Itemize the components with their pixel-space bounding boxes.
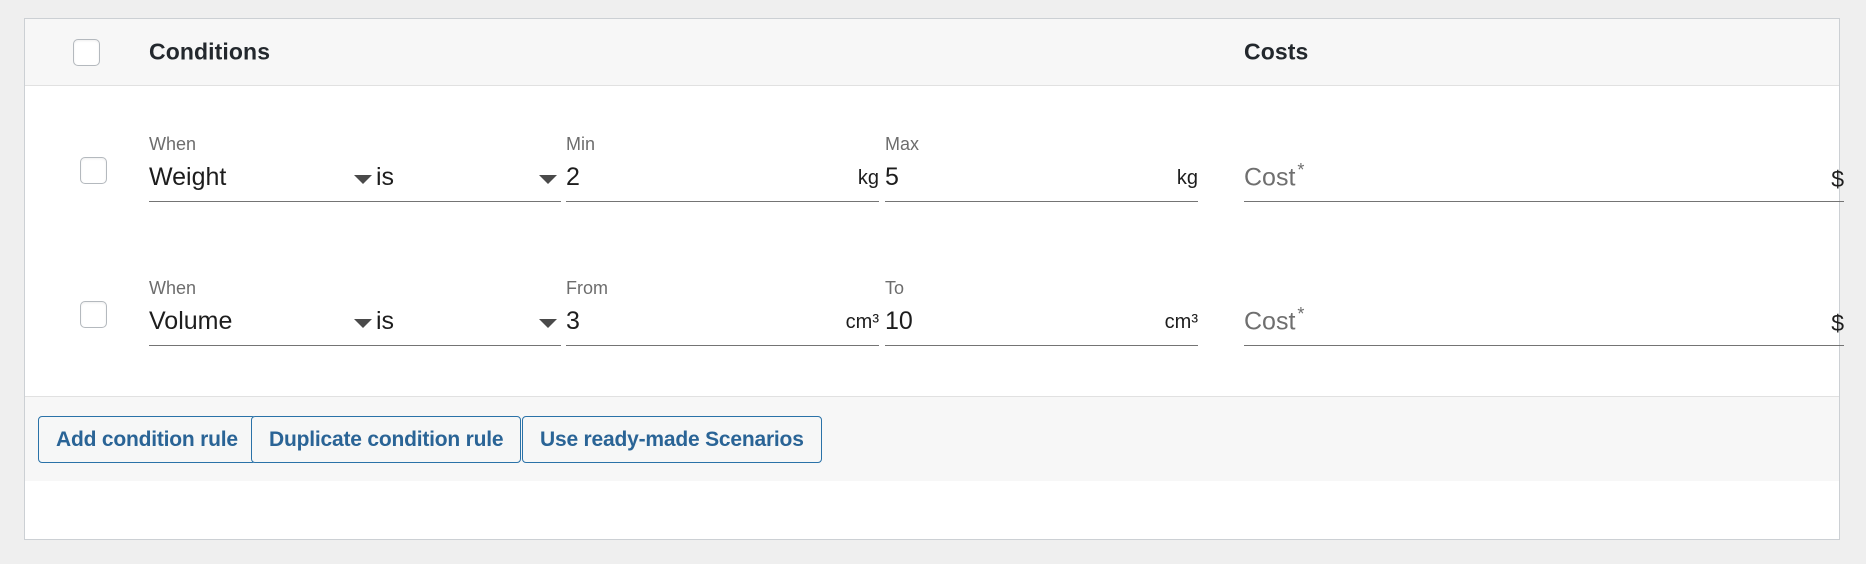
- cost-input[interactable]: Cost * $: [1244, 134, 1844, 202]
- field-underline: [566, 345, 879, 346]
- field-underline: [149, 201, 376, 202]
- when-property-value: Weight: [149, 163, 227, 191]
- min-unit: kg: [857, 167, 879, 189]
- table-row: When Weight is Min 2 kg Max 5 kg Cost * …: [25, 94, 1844, 238]
- min-label: Min: [566, 134, 596, 154]
- table-row: When Volume is From 3 cm³ To 10 cm³ Cost…: [25, 238, 1844, 382]
- max-label: To: [885, 278, 905, 298]
- max-value: 10: [885, 307, 913, 335]
- field-underline: [885, 345, 1198, 346]
- chevron-down-icon: [539, 319, 557, 328]
- field-underline: [1244, 345, 1844, 346]
- select-all-checkbox[interactable]: [73, 39, 100, 66]
- cost-currency-symbol: $: [1831, 310, 1844, 336]
- cost-currency-symbol: $: [1831, 166, 1844, 192]
- max-unit: cm³: [1164, 311, 1198, 333]
- column-header-costs: Costs: [1244, 38, 1309, 65]
- max-unit: kg: [1176, 167, 1198, 189]
- min-input[interactable]: From 3 cm³: [566, 278, 879, 346]
- field-underline: [376, 345, 561, 346]
- field-underline: [376, 201, 561, 202]
- cost-placeholder: Cost *: [1244, 161, 1304, 190]
- field-underline: [149, 345, 376, 346]
- chevron-down-icon: [354, 319, 372, 328]
- max-input[interactable]: Max 5 kg: [885, 134, 1198, 202]
- min-label: From: [566, 278, 608, 298]
- chevron-down-icon: [539, 175, 557, 184]
- table-header: Conditions Costs: [25, 19, 1839, 86]
- when-property-select[interactable]: When Volume: [149, 278, 376, 346]
- max-value: 5: [885, 163, 899, 191]
- row-select-checkbox[interactable]: [80, 157, 107, 184]
- row-select-checkbox[interactable]: [80, 301, 107, 328]
- field-underline: [1244, 201, 1844, 202]
- when-label: When: [149, 134, 197, 154]
- table-footer: Add condition rule Duplicate condition r…: [25, 397, 1839, 481]
- operator-select[interactable]: is: [376, 278, 561, 346]
- chevron-down-icon: [354, 175, 372, 184]
- min-input[interactable]: Min 2 kg: [566, 134, 879, 202]
- operator-value: is: [376, 307, 395, 335]
- condition-rules-panel: Conditions Costs When Weight is Min 2 kg: [24, 18, 1844, 540]
- use-ready-made-scenarios-button[interactable]: Use ready-made Scenarios: [522, 416, 822, 463]
- cost-placeholder-text: Cost: [1244, 163, 1296, 191]
- operator-select[interactable]: is: [376, 134, 561, 202]
- max-input[interactable]: To 10 cm³: [885, 278, 1198, 346]
- field-underline: [885, 201, 1198, 202]
- operator-value: is: [376, 163, 395, 191]
- max-label: Max: [885, 134, 920, 154]
- cost-placeholder: Cost *: [1244, 305, 1304, 334]
- field-underline: [566, 201, 879, 202]
- when-property-value: Volume: [149, 307, 233, 335]
- add-condition-rule-button[interactable]: Add condition rule: [38, 416, 256, 463]
- cost-input[interactable]: Cost * $: [1244, 278, 1844, 346]
- required-marker: *: [1297, 303, 1305, 324]
- min-value: 2: [566, 163, 580, 191]
- required-marker: *: [1297, 159, 1305, 180]
- condition-rules-list: When Weight is Min 2 kg Max 5 kg Cost * …: [25, 86, 1844, 397]
- column-header-conditions: Conditions: [149, 38, 271, 65]
- min-unit: cm³: [845, 311, 879, 333]
- duplicate-condition-rule-button[interactable]: Duplicate condition rule: [251, 416, 522, 463]
- cost-placeholder-text: Cost: [1244, 307, 1296, 335]
- when-label: When: [149, 278, 197, 298]
- min-value: 3: [566, 307, 580, 335]
- when-property-select[interactable]: When Weight: [149, 134, 376, 202]
